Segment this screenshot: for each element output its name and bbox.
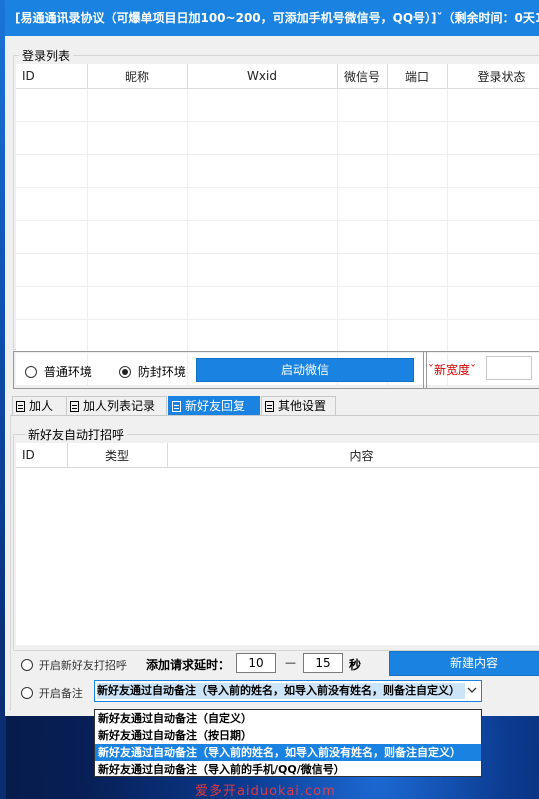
dropdown-option[interactable]: 新好友通过自动备注（按日期） (95, 727, 481, 744)
delay-label: 添加请求延时： (146, 658, 231, 672)
radio-normal-environment[interactable]: 普通环境 (25, 363, 92, 380)
enable-greeting-label: 开启新好友打招呼 (38, 659, 127, 672)
delay-separator: — (285, 656, 296, 669)
tab-label: 新好友回复 (185, 399, 246, 413)
column-header-type[interactable]: 类型 (67, 443, 168, 468)
delay-max-input[interactable]: 15 (303, 653, 343, 673)
document-icon (70, 401, 79, 412)
column-header-nickname[interactable]: 昵称 (87, 64, 188, 89)
table-row[interactable] (16, 154, 539, 188)
table-row[interactable] (16, 319, 539, 353)
greeting-table[interactable]: ID 类型 内容 (16, 443, 539, 645)
table-empty-area[interactable] (16, 468, 539, 646)
greeting-table-header: ID 类型 内容 (16, 443, 539, 468)
radio-sealed-environment[interactable]: 防封环境 (119, 363, 186, 380)
enable-greeting-indicator[interactable] (21, 659, 33, 671)
column-header-port[interactable]: 端口 (387, 64, 448, 89)
tab-other-settings[interactable]: 其他设置 (261, 396, 336, 416)
table-row[interactable] (16, 253, 539, 287)
column-header-id[interactable]: ID (16, 443, 68, 468)
tab-label: 其他设置 (278, 399, 327, 413)
width-input[interactable] (486, 356, 532, 380)
width-label: ˇ新宽度ˇ (428, 363, 477, 377)
tab-label: 加人列表记录 (83, 399, 156, 413)
delay-min-input[interactable]: 10 (236, 653, 276, 673)
remark-select-value: 新好友通过自动备注（导入前的姓名，如导入前没有姓名，则备注自定义） (97, 683, 465, 699)
remark-select[interactable]: 新好友通过自动备注（导入前的姓名，如导入前没有姓名，则备注自定义） (94, 680, 482, 702)
table-row[interactable] (16, 121, 539, 155)
table-row[interactable] (16, 187, 539, 221)
tab-new-friend-reply[interactable]: 新好友回复 (168, 396, 260, 416)
dropdown-option[interactable]: 新好友通过自动备注（自定义） (95, 710, 481, 727)
watermark-text: 爱多开aiduokai.com (195, 784, 336, 799)
table-row[interactable] (16, 220, 539, 254)
document-icon (172, 401, 181, 412)
radio-normal-label: 普通环境 (43, 365, 92, 379)
login-list-header: ID 昵称 Wxid 微信号 端口 登录状态 (16, 64, 539, 89)
window-title[interactable]: [易通通讯录协议（可爆单项目日加100~200，可添加手机号微信号，QQ号）]ˇ… (5, 0, 539, 36)
login-list-label: 登录列表 (19, 47, 74, 64)
enable-greeting-checkbox[interactable]: 开启新好友打招呼 (21, 657, 127, 673)
column-header-login-status[interactable]: 登录状态 (447, 64, 539, 89)
enable-remark-checkbox[interactable]: 开启备注 (21, 685, 83, 701)
column-header-wechat-id[interactable]: 微信号 (337, 64, 388, 89)
radio-sealed-indicator[interactable] (119, 366, 131, 378)
column-header-wxid[interactable]: Wxid (187, 64, 338, 89)
tab-label: 加人 (29, 399, 54, 413)
radio-normal-indicator[interactable] (25, 366, 37, 378)
column-header-content[interactable]: 内容 (167, 443, 539, 468)
delay-unit: 秒 (349, 658, 362, 672)
document-icon (265, 401, 274, 412)
chevron-down-icon[interactable] (467, 684, 477, 694)
greeting-group-label: 新好友自动打招呼 (25, 426, 128, 443)
app-window: [易通通讯录协议（可爆单项目日加100~200，可添加手机号微信号，QQ号）]ˇ… (5, 0, 539, 716)
tab-add-people[interactable]: 加人 (12, 396, 67, 416)
table-row[interactable] (16, 286, 539, 320)
column-header-id[interactable]: ID (16, 64, 88, 89)
login-list-table[interactable]: ID 昵称 Wxid 微信号 端口 登录状态 (16, 64, 539, 386)
document-icon (16, 401, 25, 412)
dropdown-option-highlighted[interactable]: 新好友通过自动备注（导入前的姓名，如导入前没有姓名，则备注自定义） (95, 744, 481, 761)
radio-sealed-label: 防封环境 (137, 365, 186, 379)
dropdown-option[interactable]: 新好友通过自动备注（导入前的手机/QQ/微信号） (95, 761, 481, 778)
start-wechat-button[interactable]: 启动微信 (196, 358, 414, 382)
tab-add-list-record[interactable]: 加人列表记录 (66, 396, 167, 416)
enable-remark-label: 开启备注 (38, 687, 83, 700)
enable-remark-indicator[interactable] (21, 687, 33, 699)
new-content-button[interactable]: 新建内容 (389, 651, 539, 676)
remark-dropdown-list[interactable]: 新好友通过自动备注（自定义） 新好友通过自动备注（按日期） 新好友通过自动备注（… (94, 709, 482, 777)
table-row[interactable] (16, 88, 539, 122)
